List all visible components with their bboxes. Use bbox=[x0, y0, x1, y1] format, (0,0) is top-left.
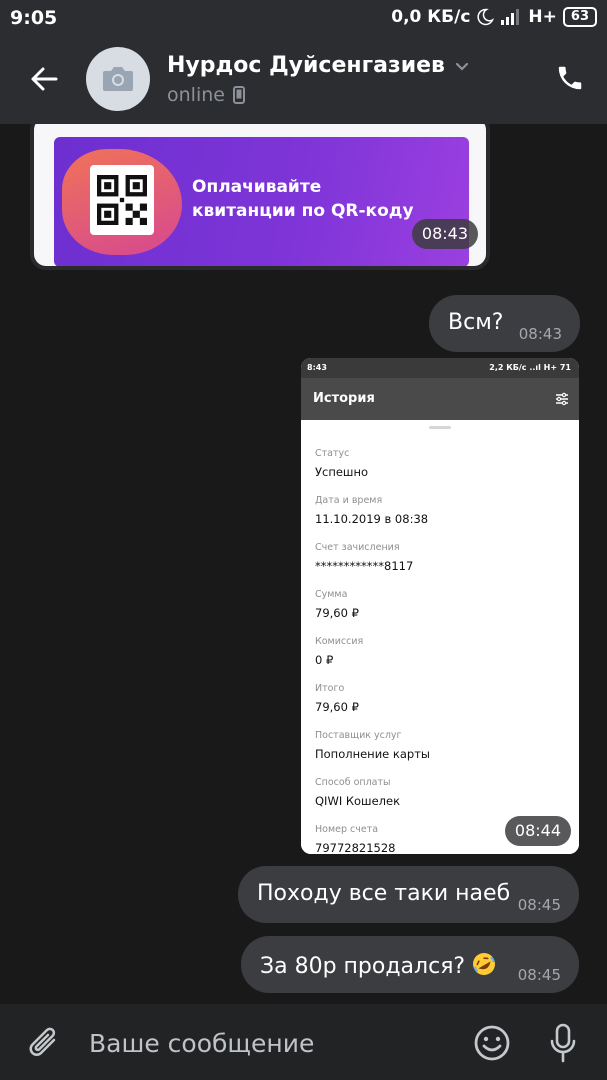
message-time: 08:45 bbox=[517, 896, 561, 914]
screenshot-details-sheet: Статус Успешно Дата и время 11.10.2019 в 0… bbox=[301, 420, 579, 854]
detail-row: Дата и время 11.10.2019 в 08:38 bbox=[315, 495, 428, 526]
detail-value: Успешно bbox=[315, 465, 369, 479]
message-list[interactable]: Оплачивайте квитанции по QR-коду 08:43 В… bbox=[0, 124, 607, 1004]
detail-label: Сумма bbox=[315, 589, 348, 600]
screenshot-status-time: 8:43 bbox=[307, 363, 327, 372]
chevron-down-icon bbox=[455, 62, 469, 71]
screenshot-title: История bbox=[313, 391, 375, 406]
detail-row: Сумма 79,60 ₽ bbox=[315, 589, 359, 620]
outgoing-message[interactable]: Походу все таки наеб 08:45 bbox=[238, 866, 579, 923]
banner-text: Оплачивайте квитанции по QR-коду bbox=[192, 175, 452, 223]
contact-name-text: Нурдос Дуйсенгазиев bbox=[167, 53, 445, 78]
back-arrow-icon[interactable] bbox=[28, 63, 60, 95]
network-speed: 0,0 КБ/с bbox=[391, 7, 471, 27]
detail-row: Комиссия 0 ₽ bbox=[315, 636, 363, 667]
message-text: Походу все таки наеб bbox=[257, 881, 511, 906]
paperclip-icon[interactable] bbox=[27, 1024, 63, 1064]
detail-label: Счет зачисления bbox=[315, 542, 400, 553]
outgoing-message[interactable]: За 80р продался? 08:45 bbox=[241, 936, 579, 993]
detail-value: 11.10.2019 в 08:38 bbox=[315, 512, 429, 526]
message-time: 08:45 bbox=[517, 966, 561, 984]
detail-label: Итого bbox=[315, 683, 345, 694]
emoji-smile-icon[interactable] bbox=[473, 1024, 511, 1062]
outgoing-message[interactable]: Всм? 08:43 bbox=[429, 295, 580, 352]
detail-value: 0 ₽ bbox=[315, 653, 334, 667]
detail-label: Комиссия bbox=[315, 636, 364, 647]
mobile-device-icon bbox=[232, 86, 245, 104]
detail-row: Статус Успешно bbox=[315, 448, 368, 479]
detail-value: 79,60 ₽ bbox=[315, 606, 359, 620]
microphone-icon[interactable] bbox=[547, 1022, 579, 1064]
rolling-on-floor-laughing-emoji-icon bbox=[473, 953, 496, 975]
detail-value: 79,60 ₽ bbox=[315, 700, 359, 714]
message-text: За 80р продался? bbox=[260, 954, 466, 979]
screenshot-status-bar: 8:43 2,2 КБ/с ..ıl H+ 71 bbox=[301, 358, 579, 378]
incoming-image-message[interactable]: Оплачивайте квитанции по QR-коду 08:43 bbox=[30, 124, 490, 270]
avatar[interactable] bbox=[86, 47, 150, 111]
qr-payment-banner: Оплачивайте квитанции по QR-коду bbox=[54, 137, 469, 266]
status-time: 9:05 bbox=[10, 7, 58, 29]
message-input-bar: Ваше сообщение bbox=[0, 1004, 607, 1080]
outgoing-screenshot-message[interactable]: 8:43 2,2 КБ/с ..ıl H+ 71 История Статус У… bbox=[301, 358, 579, 854]
detail-value: 79772821528 bbox=[315, 841, 396, 854]
screenshot-header: История bbox=[301, 378, 579, 420]
message-time: 08:43 bbox=[411, 219, 478, 249]
message-time: 08:44 bbox=[504, 816, 571, 846]
phone-call-icon[interactable] bbox=[555, 63, 585, 93]
qr-code-icon bbox=[90, 165, 154, 235]
detail-label: Статус bbox=[315, 448, 350, 459]
contact-status-text: online bbox=[167, 84, 225, 106]
screenshot-status-right: 2,2 КБ/с ..ıl H+ 71 bbox=[489, 363, 571, 372]
detail-row: Поставщик услуг Пополнение карты bbox=[315, 730, 430, 761]
network-type: H+ bbox=[528, 7, 557, 27]
detail-label: Дата и время bbox=[315, 495, 383, 506]
detail-value: QIWI Кошелек bbox=[315, 794, 401, 808]
battery-indicator: 63 bbox=[562, 7, 597, 27]
banner-line-2: квитанции по QR-коду bbox=[192, 201, 414, 221]
contact-name[interactable]: Нурдос Дуйсенгазиев bbox=[167, 53, 471, 78]
signal-icon bbox=[501, 9, 520, 25]
message-time: 08:43 bbox=[518, 325, 562, 343]
status-bar: 9:05 0,0 КБ/с H+ 63 bbox=[0, 0, 607, 38]
detail-row: Способ оплаты QIWI Кошелек bbox=[315, 777, 400, 808]
moon-icon bbox=[477, 8, 495, 26]
message-input[interactable]: Ваше сообщение bbox=[89, 1029, 314, 1058]
sheet-handle bbox=[429, 426, 451, 429]
message-text: Всм? bbox=[448, 310, 504, 335]
banner-line-1: Оплачивайте bbox=[192, 177, 322, 197]
camera-icon bbox=[103, 67, 133, 91]
detail-label: Способ оплаты bbox=[315, 777, 391, 788]
detail-row: Номер счета 79772821528 bbox=[315, 824, 395, 854]
detail-value: ************8117 bbox=[315, 559, 414, 573]
detail-row: Итого 79,60 ₽ bbox=[315, 683, 359, 714]
detail-row: Счет зачисления ************8117 bbox=[315, 542, 413, 573]
chat-header: Нурдос Дуйсенгазиев online bbox=[0, 38, 607, 124]
filter-icon bbox=[556, 392, 568, 406]
detail-label: Номер счета bbox=[315, 824, 379, 835]
status-indicators: 0,0 КБ/с H+ 63 bbox=[391, 7, 597, 27]
contact-status: online bbox=[167, 84, 245, 106]
detail-label: Поставщик услуг bbox=[315, 730, 402, 741]
message-content: За 80р продался? bbox=[260, 951, 497, 979]
detail-value: Пополнение карты bbox=[315, 747, 430, 761]
